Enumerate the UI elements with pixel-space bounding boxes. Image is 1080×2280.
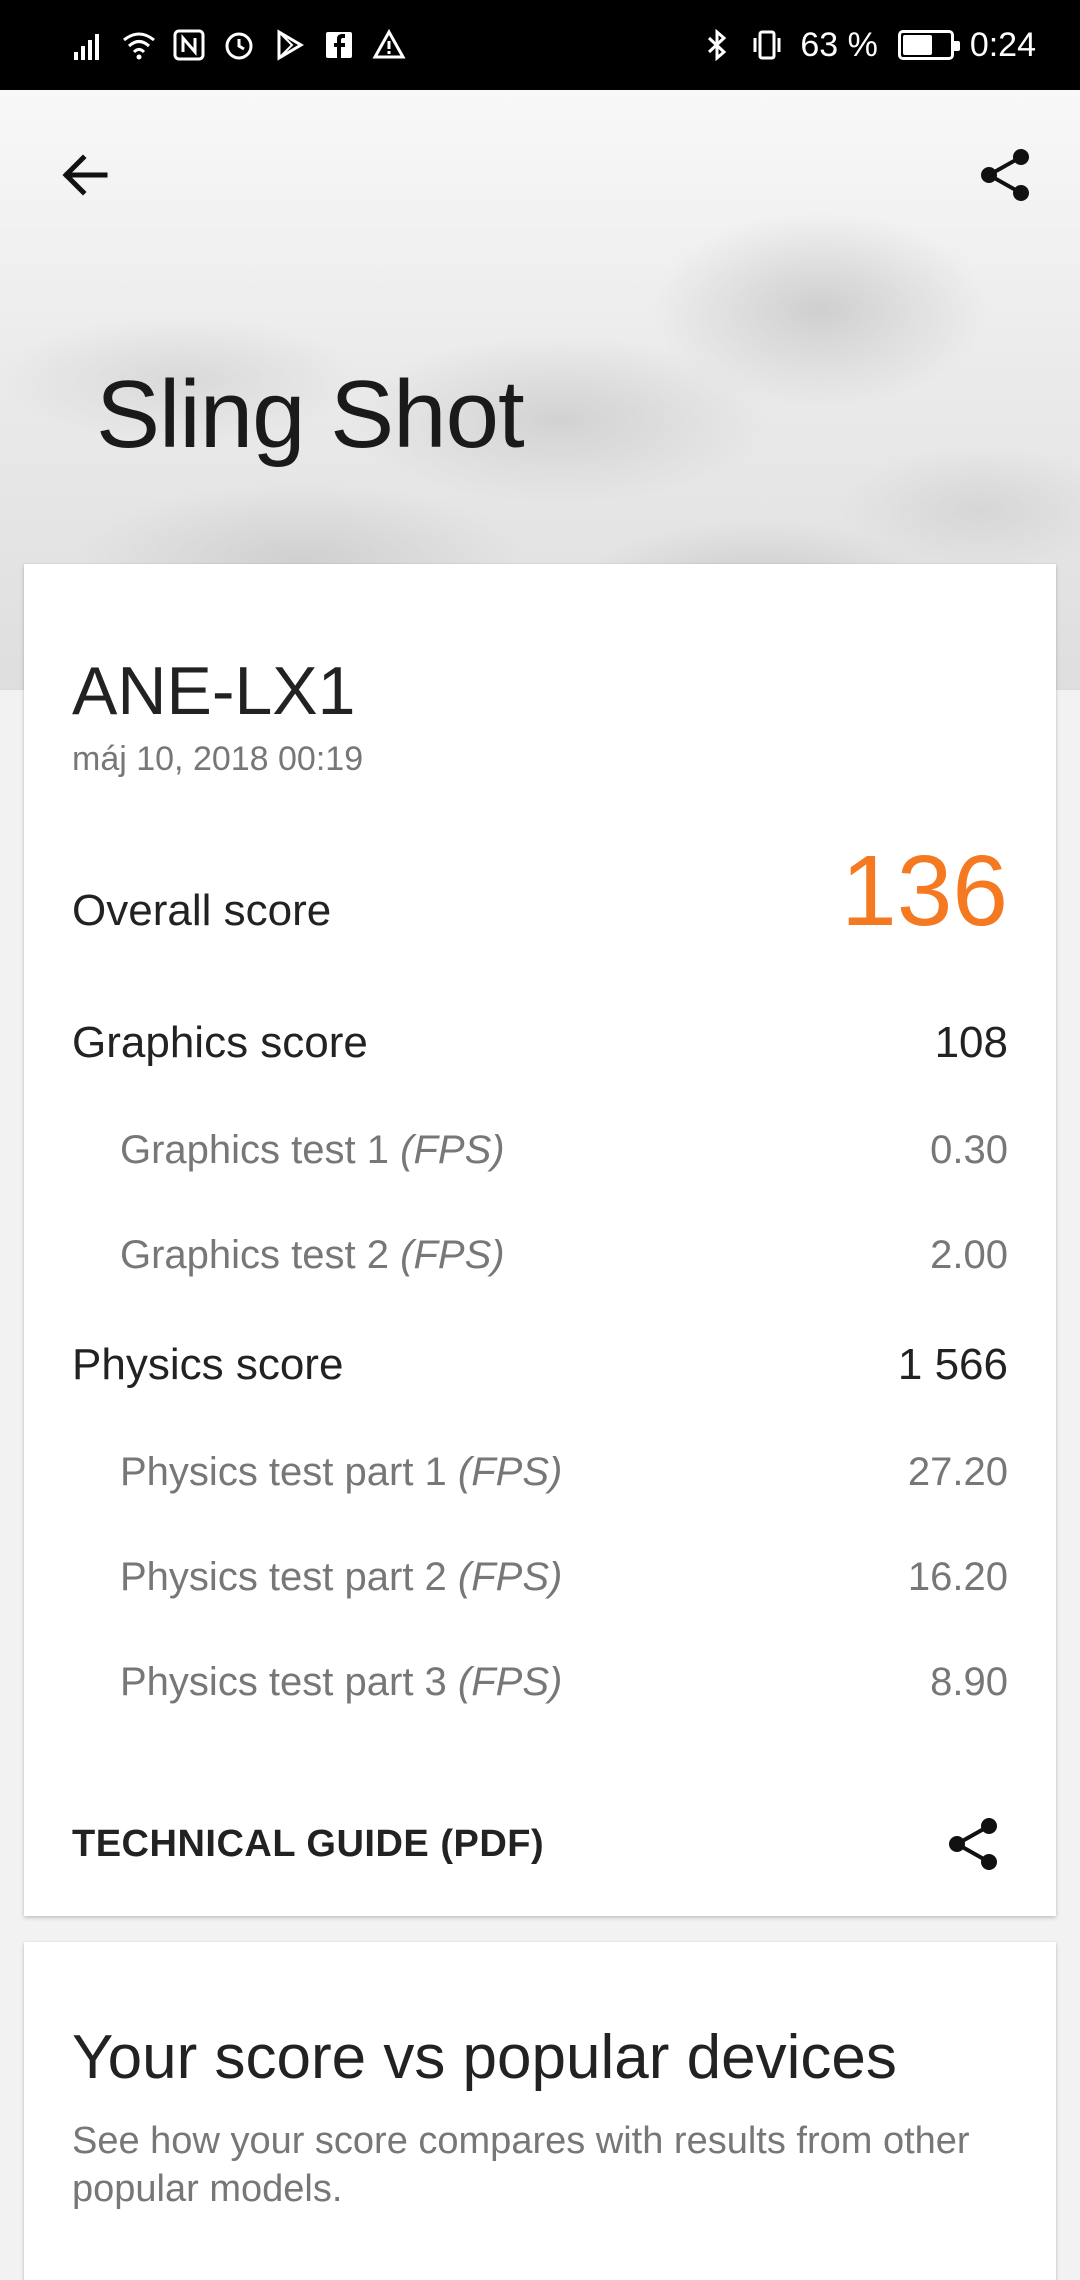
- physics-score-row: Physics score 1 566: [72, 1340, 1008, 1390]
- physics-test-2-row: Physics test part 2 (FPS) 16.20: [72, 1555, 1008, 1600]
- back-button[interactable]: [50, 140, 120, 210]
- device-name: ANE-LX1: [72, 653, 356, 729]
- overall-score-value: 136: [841, 835, 1008, 947]
- overall-score-label: Overall score: [72, 886, 332, 935]
- physics-test-3-value: 8.90: [930, 1660, 1008, 1704]
- comparison-description: See how your score compares with results…: [72, 2120, 970, 2210]
- graphics-test-1-label: Graphics test 1 (FPS): [120, 1128, 505, 1172]
- page-title: Sling Shot: [96, 361, 525, 468]
- graphics-test-2-label: Graphics test 2 (FPS): [120, 1233, 505, 1277]
- share-button[interactable]: [970, 140, 1040, 210]
- technical-guide-share-button[interactable]: [938, 1809, 1008, 1879]
- graphics-test-1-row: Graphics test 1 (FPS) 0.30: [72, 1128, 1008, 1173]
- battery-percent: 63 %: [800, 25, 878, 64]
- graphics-score-value: 108: [934, 1018, 1008, 1067]
- status-right: 63 % 0:24: [700, 26, 1036, 65]
- comparison-card[interactable]: Your score vs popular devices See how yo…: [24, 1942, 1056, 2280]
- battery-icon: [897, 30, 960, 60]
- vibrate-icon: [750, 28, 784, 62]
- physics-test-1-label: Physics test part 1 (FPS): [120, 1450, 563, 1494]
- graphics-test-2-row: Graphics test 2 (FPS) 2.00: [72, 1233, 1008, 1278]
- status-left: [72, 28, 406, 62]
- technical-guide-row: TECHNICAL GUIDE (PDF): [72, 1804, 1008, 1884]
- technical-guide-link[interactable]: TECHNICAL GUIDE (PDF): [72, 1823, 544, 1866]
- physics-test-2-value: 16.20: [907, 1555, 1008, 1599]
- graphics-score-row: Graphics score 108: [72, 1018, 1008, 1068]
- result-card: ANE-LX1 máj 10, 2018 00:19 Overall score…: [24, 564, 1056, 1916]
- wifi-icon: [122, 28, 156, 62]
- physics-test-3-row: Physics test part 3 (FPS) 8.90: [72, 1660, 1008, 1705]
- arrow-left-icon: [62, 154, 108, 196]
- graphics-test-1-value: 0.30: [930, 1128, 1008, 1172]
- alarm-icon: [222, 28, 256, 62]
- warning-icon: [372, 28, 406, 62]
- status-bar: 63 % 0:24: [0, 0, 1080, 90]
- physics-score-label: Physics score: [72, 1340, 344, 1389]
- graphics-score-label: Graphics score: [72, 1018, 368, 1067]
- physics-test-1-value: 27.20: [907, 1450, 1008, 1494]
- facebook-icon: [322, 28, 356, 62]
- overall-score-row: Overall score 136: [72, 834, 1008, 949]
- play-store-icon: [272, 28, 306, 62]
- physics-test-2-label: Physics test part 2 (FPS): [120, 1555, 563, 1599]
- physics-score-value: 1 566: [897, 1340, 1008, 1389]
- comparison-title: Your score vs popular devices: [72, 2023, 897, 2092]
- signal-icon: [72, 28, 106, 62]
- physics-test-1-row: Physics test part 1 (FPS) 27.20: [72, 1450, 1008, 1495]
- share-icon: [949, 1818, 997, 1870]
- graphics-test-2-value: 2.00: [930, 1233, 1008, 1277]
- share-icon: [981, 149, 1029, 201]
- battery-level: [902, 35, 932, 55]
- bluetooth-icon: [700, 28, 734, 62]
- physics-test-3-label: Physics test part 3 (FPS): [120, 1660, 563, 1704]
- result-date: máj 10, 2018 00:19: [72, 740, 364, 778]
- clock: 0:24: [969, 25, 1036, 64]
- nfc-icon: [172, 28, 206, 62]
